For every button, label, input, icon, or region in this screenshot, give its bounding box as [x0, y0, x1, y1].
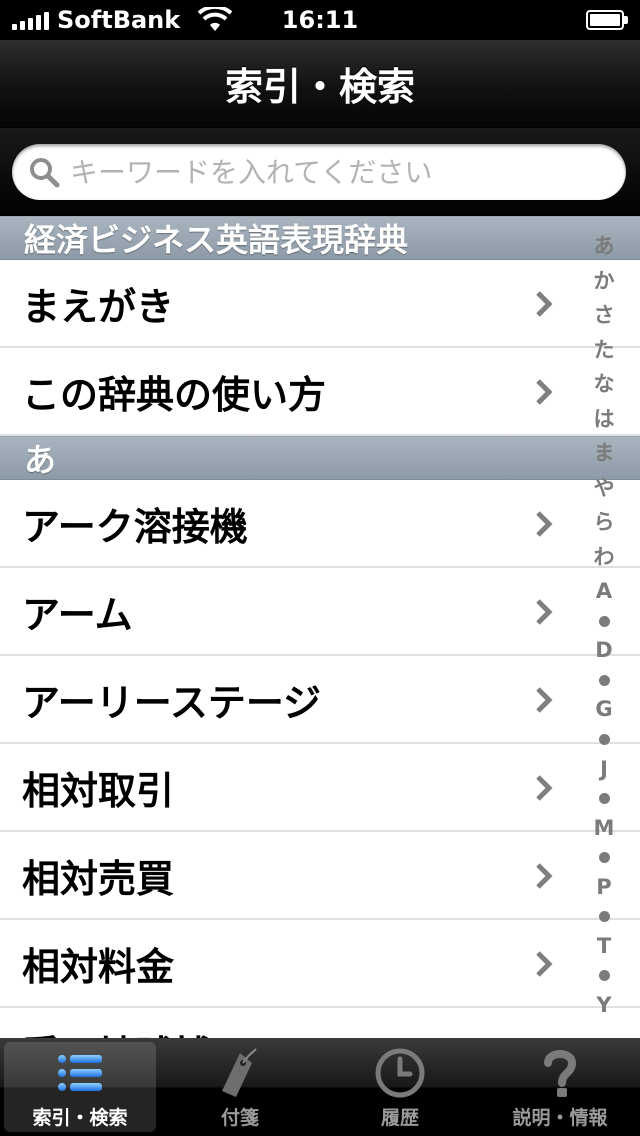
section-index-item[interactable]: や: [594, 477, 615, 499]
chevron-right-icon: [536, 687, 553, 713]
section-index-dot[interactable]: [598, 615, 610, 627]
tab-label: 説明・情報: [512, 1107, 608, 1129]
tab-label: 索引・検索: [32, 1107, 128, 1129]
search-field[interactable]: [12, 144, 626, 200]
search-input[interactable]: [70, 155, 626, 189]
section-index-item[interactable]: た: [594, 339, 615, 361]
search-icon: [30, 158, 60, 188]
list-item-label: まえがき: [22, 284, 175, 329]
section-index-item[interactable]: な: [594, 374, 615, 395]
index-list: 経済ビジネス英語表現辞典 まえがき この辞典の使い方 あ アーク溶接機 アーム …: [0, 216, 640, 1038]
section-index-item[interactable]: Y: [596, 994, 611, 1016]
list-item[interactable]: 相対取引: [0, 744, 640, 832]
list-item-label: 相対売買: [22, 856, 175, 901]
status-bar: SoftBank 16:11: [0, 0, 640, 40]
clock-icon: [375, 1048, 425, 1098]
section-index-item[interactable]: G: [595, 699, 612, 720]
section-index-item[interactable]: ま: [594, 443, 615, 464]
chevron-right-icon: [536, 951, 553, 977]
section-index-dot[interactable]: [598, 911, 610, 923]
tab-sticky-notes[interactable]: 付箋: [160, 1038, 320, 1136]
navigation-bar: 索引・検索: [0, 40, 640, 128]
tab-bar: 索引・検索 付箋 履歴 説明・情報: [0, 1038, 640, 1136]
battery-icon: [586, 10, 628, 30]
section-index-item[interactable]: T: [597, 935, 611, 957]
section-index-item[interactable]: あ: [594, 236, 615, 257]
list-item-label: 愛・地球博: [22, 1024, 212, 1039]
tab-info[interactable]: 説明・情報: [480, 1038, 640, 1136]
section-index-item[interactable]: は: [594, 408, 615, 430]
list-item[interactable]: この辞典の使い方: [0, 348, 640, 436]
section-index-dot[interactable]: [598, 852, 610, 864]
list-item[interactable]: 相対料金: [0, 920, 640, 1008]
list-item[interactable]: 相対売買: [0, 832, 640, 920]
list-icon: [58, 1055, 102, 1091]
section-index-item[interactable]: D: [595, 640, 612, 661]
battery-level: [590, 14, 620, 26]
tab-index-search[interactable]: 索引・検索: [0, 1038, 160, 1136]
section-index-item[interactable]: か: [594, 270, 615, 292]
tab-label: 付箋: [220, 1107, 259, 1129]
chevron-right-icon: [536, 379, 553, 405]
chevron-right-icon: [536, 291, 553, 317]
section-index-item[interactable]: わ: [594, 546, 615, 568]
section-index-item[interactable]: A: [596, 581, 612, 602]
list-item-label: 相対料金: [22, 944, 175, 989]
question-icon: [544, 1050, 577, 1097]
section-index-item[interactable]: J: [600, 758, 608, 780]
list-item[interactable]: アーク溶接機: [0, 480, 640, 568]
tab-label: 履歴: [380, 1107, 419, 1129]
screen: SoftBank 16:11 索引・検索 経済ビジネス英語表現辞典: [0, 0, 640, 1136]
section-index-item[interactable]: M: [594, 817, 615, 839]
signal-strength-icon: [12, 10, 49, 30]
section-index-dot[interactable]: [598, 793, 610, 805]
page-title: 索引・検索: [224, 65, 415, 109]
tag-icon: [222, 1048, 257, 1097]
chevron-right-icon: [536, 599, 553, 625]
list-item[interactable]: アーム: [0, 568, 640, 656]
section-header: 経済ビジネス英語表現辞典: [0, 216, 640, 260]
list-item-label: アーリーステージ: [22, 680, 322, 725]
tab-history[interactable]: 履歴: [320, 1038, 480, 1136]
chevron-right-icon: [536, 775, 553, 801]
list-item[interactable]: 愛・地球博: [0, 1008, 640, 1038]
status-left: SoftBank: [12, 6, 233, 34]
section-index[interactable]: あかさたなはまやらわA D G J M P T Y: [586, 236, 622, 1016]
carrier-name: SoftBank: [57, 6, 181, 34]
chevron-right-icon: [536, 511, 553, 537]
wifi-icon: [198, 7, 233, 31]
list-item[interactable]: まえがき: [0, 260, 640, 348]
section-header: あ: [0, 436, 640, 480]
section-index-item[interactable]: さ: [594, 305, 615, 326]
section-index-dot[interactable]: [598, 674, 610, 686]
list-item-label: アーム: [22, 592, 133, 637]
section-index-item[interactable]: ら: [594, 512, 615, 533]
section-index-dot[interactable]: [598, 970, 610, 982]
section-index-dot[interactable]: [598, 733, 610, 745]
list-item-label: この辞典の使い方: [22, 372, 327, 417]
list-item-label: アーク溶接機: [22, 504, 248, 549]
search-bar: [0, 128, 640, 216]
list-item[interactable]: アーリーステージ: [0, 656, 640, 744]
section-index-item[interactable]: P: [596, 876, 611, 898]
list-item-label: 相対取引: [22, 768, 175, 813]
chevron-right-icon: [536, 863, 553, 889]
